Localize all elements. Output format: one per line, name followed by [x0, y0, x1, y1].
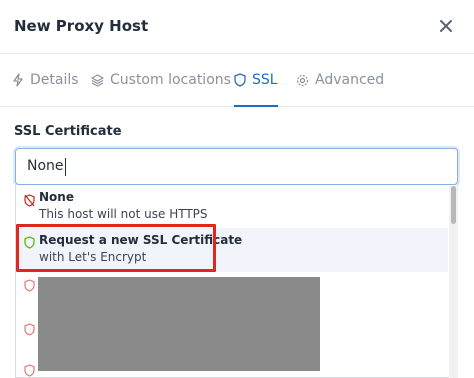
- option-none-subtitle: This host will not use HTTPS: [39, 207, 208, 221]
- tab-advanced-label: Advanced: [315, 72, 385, 88]
- option-none-title: None: [39, 190, 74, 204]
- shield-icon: [24, 321, 35, 340]
- ssl-certificate-label: SSL Certificate: [14, 124, 122, 139]
- shield-icon: [24, 362, 35, 377]
- dialog-title: New Proxy Host: [14, 17, 149, 35]
- tab-details[interactable]: Details: [12, 54, 79, 106]
- gear-icon: [296, 74, 309, 86]
- tab-ssl[interactable]: SSL: [234, 54, 278, 107]
- dialog-header: New Proxy Host: [0, 0, 474, 54]
- layers-icon: [91, 73, 104, 87]
- highlight-box: [16, 224, 216, 272]
- tab-custom-locations-label: Custom locations: [110, 72, 231, 88]
- tab-bar: Details Custom locations SSL Advanced: [0, 54, 474, 107]
- shield-icon: [234, 73, 246, 87]
- shield-off-icon: [24, 192, 35, 211]
- option-none[interactable]: None This host will not use HTTPS: [16, 185, 448, 227]
- text-caret: [65, 158, 66, 176]
- shield-icon: [24, 277, 35, 296]
- tab-custom-locations[interactable]: Custom locations: [91, 54, 231, 106]
- bolt-icon: [13, 73, 23, 87]
- dropdown-scrollbar-thumb[interactable]: [451, 186, 456, 224]
- tab-advanced[interactable]: Advanced: [296, 54, 384, 106]
- tab-details-label: Details: [30, 72, 79, 88]
- ssl-certificate-select[interactable]: None: [15, 148, 458, 185]
- redacted-area: [38, 277, 320, 371]
- close-icon[interactable]: [437, 17, 455, 35]
- ssl-certificate-value[interactable]: None: [27, 158, 64, 174]
- tab-ssl-label: SSL: [252, 72, 278, 88]
